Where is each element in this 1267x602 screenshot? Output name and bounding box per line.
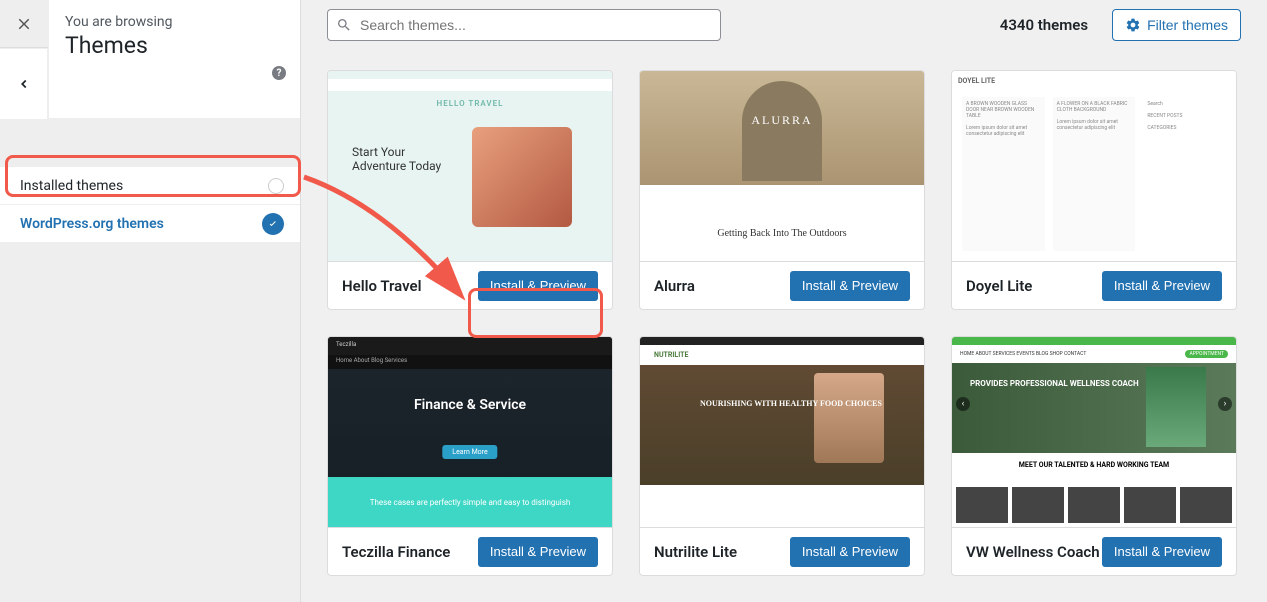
themes-grid: HELLO TRAVEL Start Your Adventure Today … xyxy=(301,50,1267,596)
theme-thumbnail: HOME ABOUT SERVICES EVENTS BLOG SHOP CON… xyxy=(952,337,1236,527)
install-preview-button[interactable]: Install & Preview xyxy=(1102,271,1222,301)
theme-thumbnail: NUTRILITE NOURISHING WITH HEALTHY FOOD C… xyxy=(640,337,924,527)
page-title: Themes xyxy=(65,32,284,59)
theme-thumbnail: DOYEL LITE A BROWN WOODEN GLASS DOOR NEA… xyxy=(952,71,1236,261)
theme-card[interactable]: ALURRA Getting Back Into The Outdoors Al… xyxy=(639,70,925,310)
radio-checked-icon xyxy=(262,213,284,235)
theme-count: 4340 themes xyxy=(1000,16,1088,34)
install-preview-button[interactable]: Install & Preview xyxy=(1102,537,1222,567)
customizer-sidebar: You are browsing Themes ? Installed them… xyxy=(0,0,301,602)
theme-name: Hello Travel xyxy=(342,277,422,295)
search-box[interactable] xyxy=(327,9,721,41)
toolbar: 4340 themes Filter themes xyxy=(301,0,1267,50)
theme-card[interactable]: DOYEL LITE A BROWN WOODEN GLASS DOOR NEA… xyxy=(951,70,1237,310)
search-input[interactable] xyxy=(360,17,712,33)
close-icon xyxy=(15,15,33,33)
theme-card[interactable]: Teczilla Home About Blog Services Financ… xyxy=(327,336,613,576)
browsing-label: You are browsing xyxy=(65,14,284,30)
back-button[interactable] xyxy=(0,48,48,119)
theme-thumbnail: ALURRA Getting Back Into The Outdoors xyxy=(640,71,924,261)
help-icon[interactable]: ? xyxy=(272,66,286,80)
theme-name: Teczilla Finance xyxy=(342,543,450,561)
theme-name: Alurra xyxy=(654,277,695,295)
theme-name: VW Wellness Coach xyxy=(966,543,1100,561)
filter-installed-themes[interactable]: Installed themes xyxy=(0,167,300,205)
filter-label: WordPress.org themes xyxy=(20,216,164,232)
theme-card[interactable]: HOME ABOUT SERVICES EVENTS BLOG SHOP CON… xyxy=(951,336,1237,576)
close-button[interactable] xyxy=(0,0,48,48)
theme-name: Doyel Lite xyxy=(966,277,1032,295)
sidebar-header: You are browsing Themes ? xyxy=(48,0,300,119)
theme-thumbnail: Teczilla Home About Blog Services Financ… xyxy=(328,337,612,527)
filter-button-label: Filter themes xyxy=(1147,17,1228,33)
gear-icon xyxy=(1125,17,1141,33)
filter-wporg-themes[interactable]: WordPress.org themes xyxy=(0,205,300,243)
install-preview-button[interactable]: Install & Preview xyxy=(478,537,598,567)
main-content: 4340 themes Filter themes HELLO TRAVEL S… xyxy=(301,0,1267,602)
filter-label: Installed themes xyxy=(20,178,123,194)
search-icon xyxy=(336,17,352,33)
theme-name: Nutrilite Lite xyxy=(654,543,737,561)
theme-card[interactable]: NUTRILITE NOURISHING WITH HEALTHY FOOD C… xyxy=(639,336,925,576)
install-preview-button[interactable]: Install & Preview xyxy=(790,271,910,301)
filter-themes-button[interactable]: Filter themes xyxy=(1112,9,1241,41)
chevron-left-icon xyxy=(17,77,31,91)
theme-thumbnail: HELLO TRAVEL Start Your Adventure Today xyxy=(328,71,612,261)
install-preview-button[interactable]: Install & Preview xyxy=(790,537,910,567)
radio-unchecked-icon xyxy=(268,178,284,194)
theme-card[interactable]: HELLO TRAVEL Start Your Adventure Today … xyxy=(327,70,613,310)
install-preview-button[interactable]: Install & Preview xyxy=(478,271,598,301)
